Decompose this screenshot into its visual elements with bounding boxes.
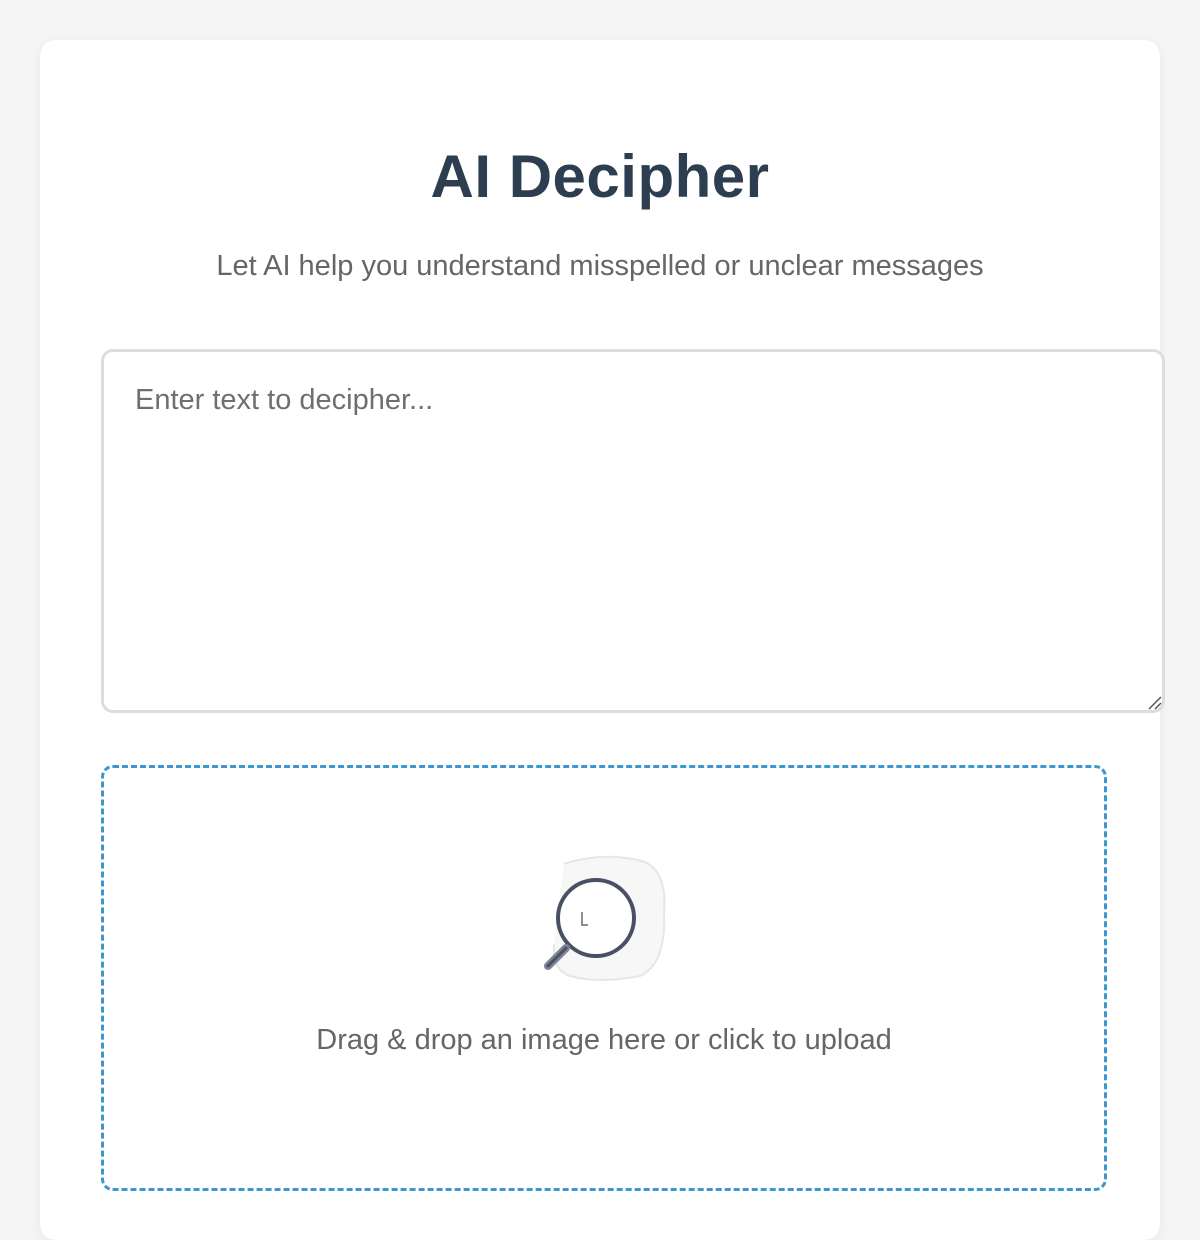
page-subtitle: Let AI help you understand misspelled or… (216, 250, 984, 282)
decipher-text-input[interactable] (101, 349, 1165, 713)
page-title: AI Decipher (430, 143, 770, 210)
resize-handle-icon[interactable] (1146, 694, 1162, 710)
magnifier-icon (544, 855, 666, 981)
dropzone-label: Drag & drop an image here or click to up… (316, 1024, 892, 1056)
